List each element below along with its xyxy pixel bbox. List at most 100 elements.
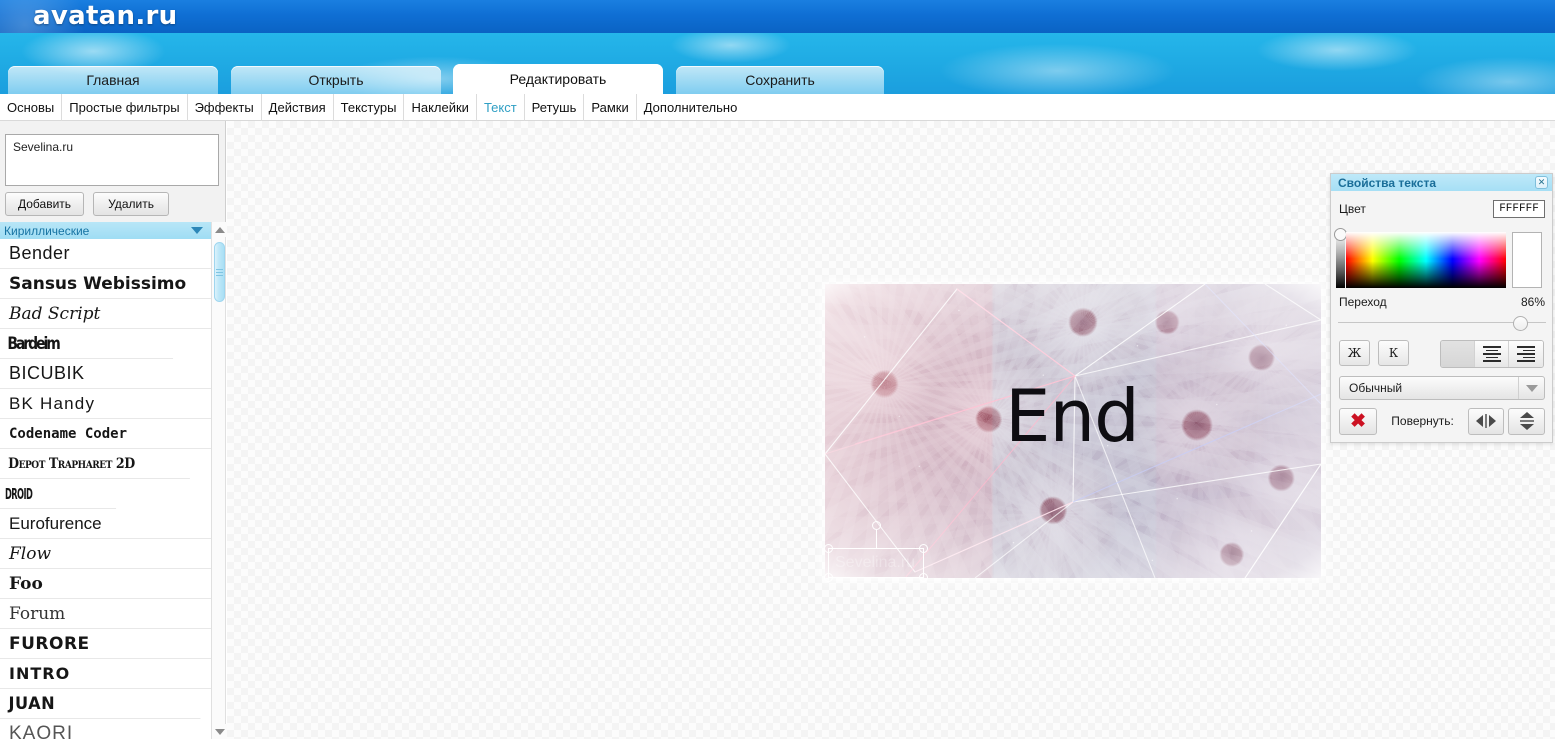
x-mark-icon: ✖	[1350, 410, 1367, 432]
resize-handle-top-right[interactable]	[919, 544, 928, 553]
rotate-label: Повернуть:	[1391, 414, 1454, 428]
list-item[interactable]: FURORE	[0, 629, 211, 659]
flip-axis-icon	[1519, 420, 1534, 422]
color-hex-input[interactable]: FFFFFF	[1493, 200, 1545, 218]
left-text-panel: Добавить Удалить Кириллические Bender Sa…	[0, 121, 227, 739]
subnav-item-deystviya[interactable]: Действия	[262, 93, 334, 121]
flip-horizontal-button[interactable]	[1467, 407, 1505, 435]
list-item[interactable]: Foo	[0, 569, 211, 599]
site-logo[interactable]: avatan.ru	[33, 1, 177, 31]
current-color-swatch	[1512, 232, 1542, 288]
chevron-down-icon[interactable]	[1518, 377, 1544, 399]
font-list[interactable]: Bender Sansus Webissimo Bad Script Barde…	[0, 239, 211, 739]
font-list-scrollbar[interactable]	[211, 222, 227, 739]
triangle-right-icon	[1489, 415, 1497, 427]
rotate-handle[interactable]	[872, 521, 881, 530]
triangle-up-icon	[1519, 412, 1534, 418]
tab-label: Редактировать	[509, 71, 607, 87]
bold-button[interactable]: Ж	[1339, 340, 1370, 366]
tab-otkryt[interactable]: Открыть	[231, 66, 441, 94]
scrollbar-grip-icon	[216, 269, 223, 276]
subnav-label: Наклейки	[411, 99, 469, 115]
list-item[interactable]: Eurofurence	[0, 509, 211, 539]
subnav-item-ramki[interactable]: Рамки	[584, 93, 637, 121]
text-style-select[interactable]: Обычный	[1339, 376, 1545, 400]
subnav-item-effekty[interactable]: Эффекты	[188, 93, 262, 121]
subnav-label: Действия	[268, 99, 326, 115]
opacity-slider[interactable]	[1338, 316, 1546, 331]
text-input[interactable]	[5, 134, 219, 186]
subnav-item-tekst[interactable]: Текст	[477, 93, 525, 121]
main-tab-bar: Главная Открыть Редактировать Сохранить	[0, 33, 1555, 94]
list-item[interactable]: Bad Script	[0, 299, 211, 329]
resize-handle-top-left[interactable]	[824, 544, 833, 553]
list-item[interactable]: Sansus Webissimo	[0, 269, 211, 299]
panel-title-bar: Свойства текста	[1331, 174, 1552, 191]
scrollbar-thumb[interactable]	[214, 242, 225, 302]
subnav-item-nakleyki[interactable]: Наклейки	[404, 93, 477, 121]
list-item[interactable]: Bardeim	[0, 329, 174, 359]
resize-handle-bottom-left[interactable]	[824, 573, 833, 582]
subnav-label: Основы	[7, 99, 55, 115]
rotation-stem	[876, 530, 877, 549]
align-left-button[interactable]	[1441, 341, 1475, 367]
triangle-down-icon	[1519, 424, 1534, 430]
photo-image[interactable]: End	[825, 284, 1321, 578]
text-selection-box[interactable]: Sevelina.ru	[824, 521, 928, 582]
align-right-icon	[1517, 345, 1535, 363]
tab-redaktirovat[interactable]: Редактировать	[453, 64, 663, 94]
list-item[interactable]: Bender	[0, 239, 211, 269]
font-style-buttons: Ж К	[1339, 340, 1409, 366]
resize-handle-bottom-right[interactable]	[919, 573, 928, 582]
list-item[interactable]: Depot Trapharet 2D	[0, 449, 190, 479]
subnav-label: Эффекты	[194, 99, 254, 115]
tab-glavnaya[interactable]: Главная	[8, 66, 218, 94]
sub-navigation: Основы Простые фильтры Эффекты Действия …	[0, 93, 1555, 121]
opacity-row: Переход 86%	[1339, 294, 1545, 310]
italic-button[interactable]: К	[1378, 340, 1409, 366]
list-item[interactable]: JUAN	[0, 689, 201, 719]
water-header-strip: Главная Открыть Редактировать Сохранить	[0, 33, 1555, 94]
list-item[interactable]: INTRO	[0, 659, 211, 689]
slider-knob[interactable]	[1513, 316, 1528, 331]
subnav-item-prostye-filtry[interactable]: Простые фильтры	[62, 93, 188, 121]
brand-bar: avatan.ru	[0, 0, 1555, 33]
scroll-up-arrow-icon[interactable]	[212, 222, 227, 237]
color-gradient-area[interactable]	[1346, 232, 1506, 288]
add-text-button[interactable]: Добавить	[5, 192, 85, 216]
subnav-label: Ретушь	[531, 99, 577, 115]
align-center-button[interactable]	[1475, 341, 1509, 367]
align-center-icon	[1482, 345, 1501, 363]
subnav-item-dopolnitelno[interactable]: Дополнительно	[637, 94, 745, 121]
list-item[interactable]: Flow	[0, 539, 211, 569]
subnav-item-osnovy[interactable]: Основы	[0, 93, 63, 121]
tab-label: Сохранить	[745, 72, 815, 88]
align-right-button[interactable]	[1509, 341, 1543, 367]
transform-row: ✖ Повернуть:	[1339, 406, 1545, 436]
color-label: Цвет	[1339, 202, 1366, 216]
subnav-label: Простые фильтры	[69, 99, 180, 115]
flip-vertical-button[interactable]	[1508, 407, 1545, 435]
text-style-selected-value: Обычный	[1349, 381, 1403, 395]
list-item[interactable]: BICUBIK	[0, 359, 211, 389]
text-properties-panel: Свойства текста ✕ Цвет FFFFFF Переход 86…	[1330, 173, 1553, 443]
list-item[interactable]: KAORI	[0, 719, 211, 739]
color-row: Цвет FFFFFF	[1339, 199, 1545, 219]
list-item[interactable]: BK Handy	[0, 389, 211, 419]
panel-title: Свойства текста	[1338, 175, 1436, 190]
color-picker	[1334, 224, 1548, 289]
subnav-item-retush[interactable]: Ретушь	[525, 93, 585, 121]
luminance-strip[interactable]	[1334, 228, 1347, 288]
tab-sohranit[interactable]: Сохранить	[676, 66, 884, 94]
close-icon[interactable]: ✕	[1535, 176, 1548, 189]
scroll-down-arrow-icon[interactable]	[212, 724, 227, 739]
canvas-overlay-text[interactable]: End	[1005, 380, 1140, 452]
tab-label: Главная	[86, 72, 140, 88]
font-category-dropdown[interactable]: Кириллические	[0, 222, 211, 239]
list-item[interactable]: DROID	[0, 479, 117, 509]
list-item[interactable]: Codename Coder	[0, 419, 211, 449]
list-item[interactable]: Forum	[0, 599, 211, 629]
subnav-item-tekstury[interactable]: Текстуры	[334, 93, 405, 121]
delete-text-button[interactable]: Удалить	[93, 192, 170, 216]
delete-layer-button[interactable]: ✖	[1339, 407, 1378, 435]
